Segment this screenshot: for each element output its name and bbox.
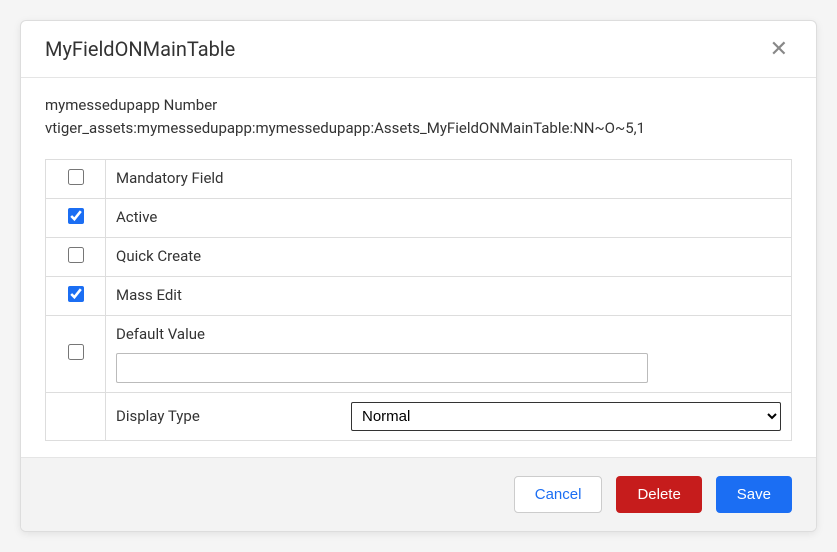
close-icon: ✕: [770, 36, 788, 61]
modal-body: mymessedupapp Number vtiger_assets:mymes…: [21, 78, 816, 457]
row-quick-create: Quick Create: [46, 237, 792, 276]
row-default-value: Default Value: [46, 315, 792, 392]
delete-button[interactable]: Delete: [616, 476, 701, 513]
default-value-input[interactable]: [116, 353, 648, 383]
default-value-label: Default Value: [116, 325, 781, 343]
cancel-button[interactable]: Cancel: [514, 476, 603, 513]
quick-create-checkbox[interactable]: [68, 247, 84, 263]
mandatory-checkbox[interactable]: [68, 169, 84, 185]
save-button[interactable]: Save: [716, 476, 792, 513]
modal-title: MyFieldONMainTable: [45, 37, 235, 61]
mandatory-label: Mandatory Field: [106, 159, 792, 198]
row-display-type: Display Type Normal: [46, 392, 792, 440]
active-checkbox[interactable]: [68, 208, 84, 224]
options-table: Mandatory Field Active Quick Create Mass…: [45, 159, 792, 441]
row-mandatory: Mandatory Field: [46, 159, 792, 198]
row-mass-edit: Mass Edit: [46, 276, 792, 315]
active-label: Active: [106, 198, 792, 237]
row-active: Active: [46, 198, 792, 237]
modal-header: MyFieldONMainTable ✕: [21, 21, 816, 78]
field-settings-modal: MyFieldONMainTable ✕ mymessedupapp Numbe…: [20, 20, 817, 532]
field-info: mymessedupapp Number vtiger_assets:mymes…: [45, 94, 792, 141]
mass-edit-label: Mass Edit: [106, 276, 792, 315]
field-info-line2: vtiger_assets:mymessedupapp:mymessedupap…: [45, 117, 792, 140]
mass-edit-checkbox[interactable]: [68, 286, 84, 302]
modal-footer: Cancel Delete Save: [21, 457, 816, 531]
quick-create-label: Quick Create: [106, 237, 792, 276]
close-button[interactable]: ✕: [766, 38, 792, 60]
display-type-label: Display Type: [116, 407, 331, 425]
default-value-checkbox[interactable]: [68, 344, 84, 360]
display-type-select[interactable]: Normal: [351, 402, 781, 431]
field-info-line1: mymessedupapp Number: [45, 94, 792, 117]
